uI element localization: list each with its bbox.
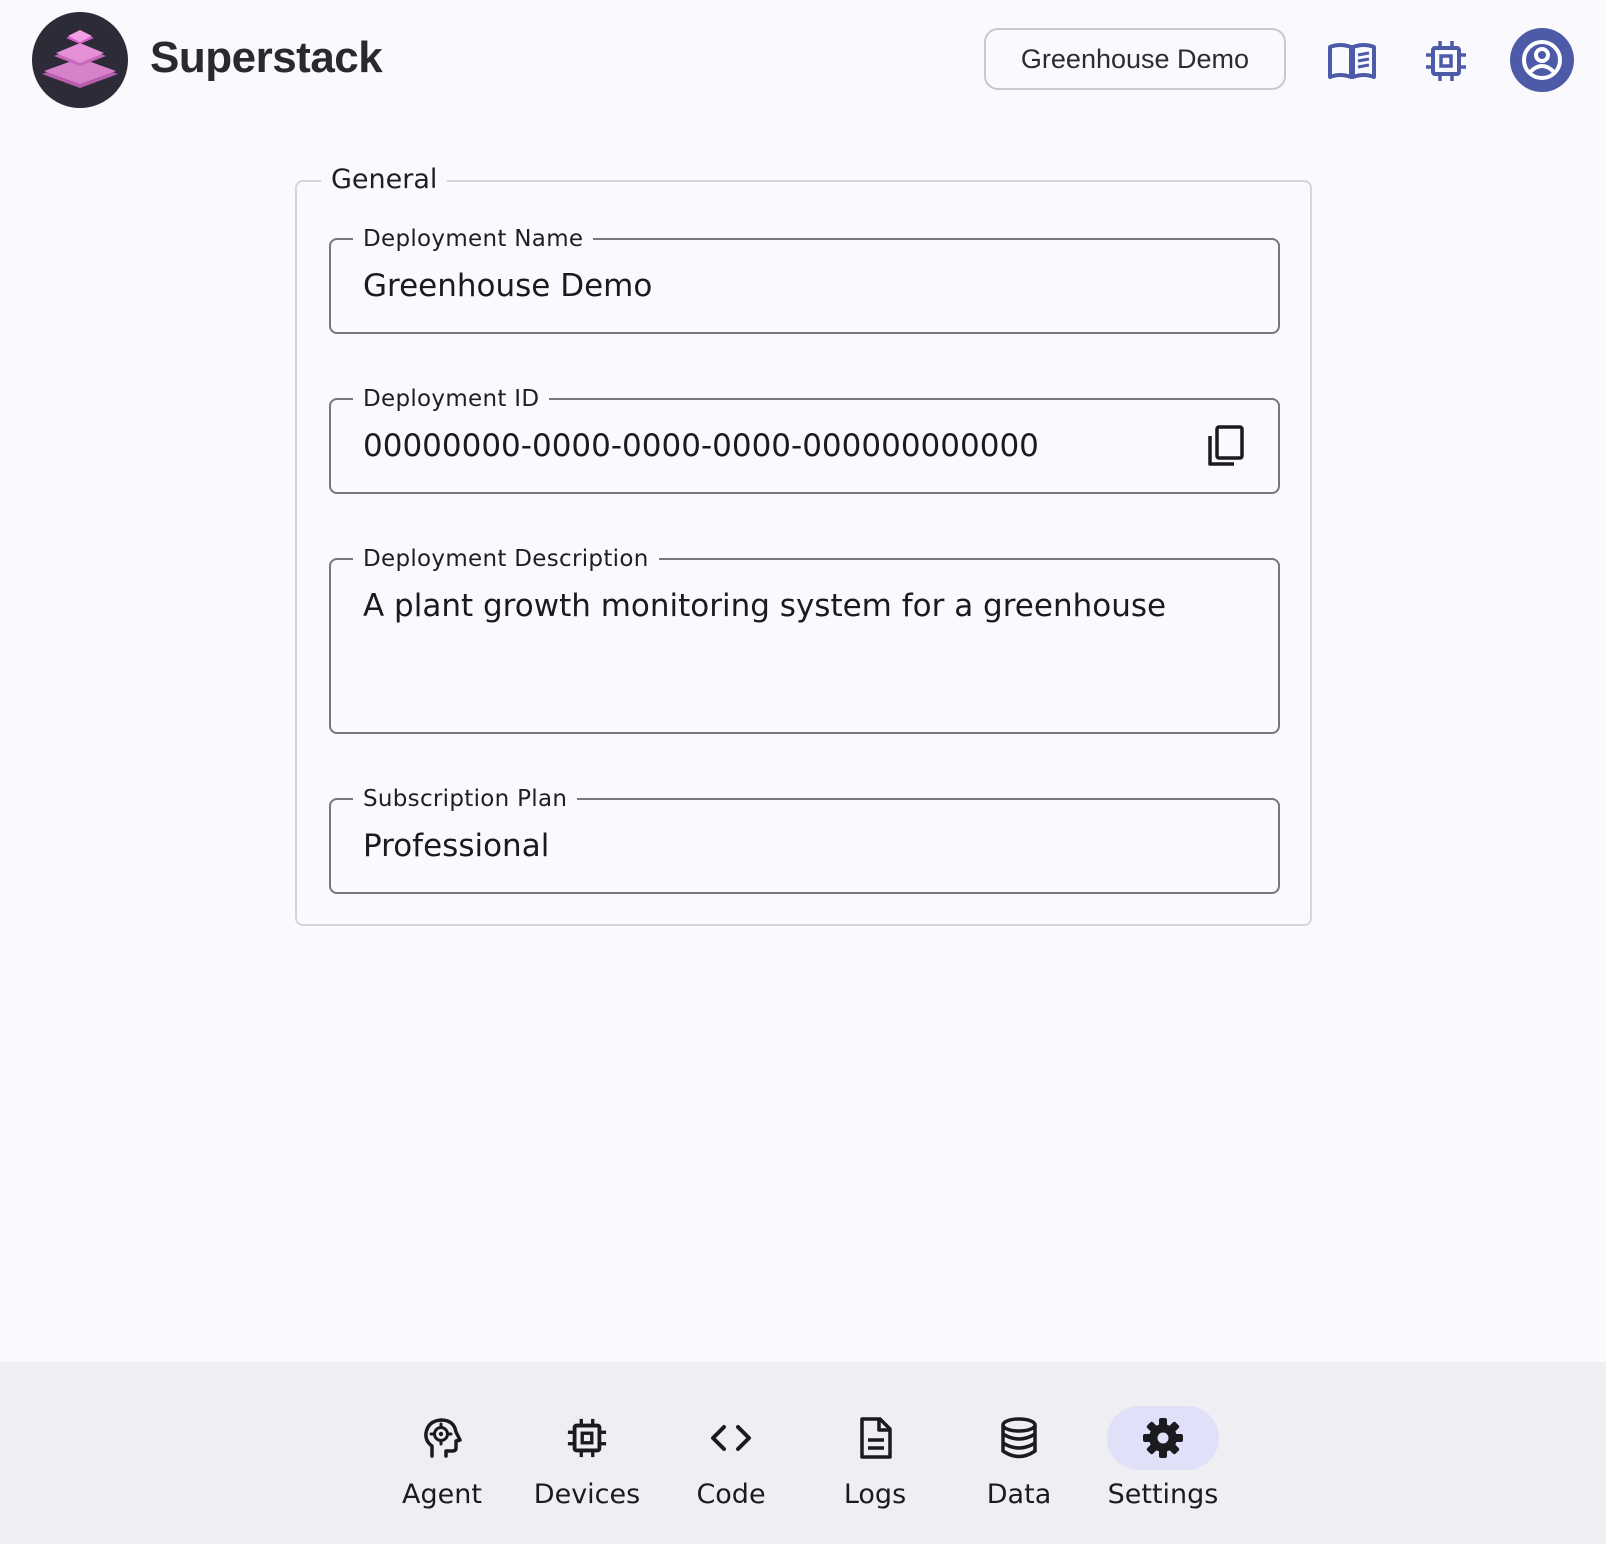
superstack-logo[interactable] bbox=[32, 12, 128, 108]
nav-item-settings[interactable]: Settings bbox=[1098, 1406, 1228, 1518]
subscription-plan-value: Professional bbox=[363, 828, 550, 864]
nav-label: Data bbox=[986, 1479, 1052, 1510]
app-header: Superstack Greenhouse Demo bbox=[0, 0, 1606, 120]
docs-book-icon bbox=[1328, 43, 1376, 79]
deployment-description-field[interactable]: Deployment Description A plant growth mo… bbox=[329, 545, 1280, 734]
nav-pill bbox=[386, 1406, 498, 1470]
nav-label: Agent bbox=[402, 1479, 482, 1510]
general-settings-section: General Deployment Name Greenhouse Demo … bbox=[295, 162, 1312, 926]
field-label: Deployment Description bbox=[353, 545, 659, 573]
nav-label: Devices bbox=[533, 1479, 641, 1510]
code-brackets-icon bbox=[711, 1425, 751, 1451]
account-button[interactable] bbox=[1510, 28, 1574, 92]
nav-item-logs[interactable]: Logs bbox=[810, 1406, 940, 1518]
field-label: Deployment Name bbox=[353, 225, 594, 253]
gear-icon bbox=[1143, 1418, 1183, 1458]
nav-item-data[interactable]: Data bbox=[954, 1406, 1084, 1518]
nav-item-agent[interactable]: Agent bbox=[377, 1406, 507, 1518]
nav-label: Settings bbox=[1107, 1479, 1219, 1510]
nav-pill bbox=[531, 1406, 643, 1470]
account-icon bbox=[1522, 40, 1562, 80]
deployment-id-value: 00000000-0000-0000-0000-000000000000 bbox=[363, 428, 1039, 464]
nav-pill bbox=[675, 1406, 787, 1470]
docs-button[interactable] bbox=[1325, 34, 1379, 88]
bottom-navigation: Agent Devices Code Logs Data Settings bbox=[0, 1362, 1606, 1544]
copy-icon bbox=[1208, 425, 1244, 466]
subscription-plan-field: Subscription Plan Professional bbox=[329, 785, 1280, 894]
brand-name: Superstack bbox=[150, 33, 383, 82]
nav-item-code[interactable]: Code bbox=[666, 1406, 796, 1518]
deployment-id-field: Deployment ID 00000000-0000-0000-0000-00… bbox=[329, 385, 1280, 494]
section-legend: General bbox=[321, 162, 448, 198]
nav-pill-active bbox=[1107, 1406, 1219, 1470]
deployment-selector-button[interactable]: Greenhouse Demo bbox=[984, 28, 1286, 90]
nav-label: Code bbox=[696, 1479, 766, 1510]
chip-icon bbox=[1426, 41, 1466, 81]
devices-shortcut-button[interactable] bbox=[1419, 34, 1473, 88]
database-icon bbox=[1001, 1417, 1037, 1459]
nav-pill bbox=[819, 1406, 931, 1470]
nav-label: Logs bbox=[843, 1479, 907, 1510]
field-label: Deployment ID bbox=[353, 385, 550, 413]
nav-pill bbox=[963, 1406, 1075, 1470]
document-icon bbox=[860, 1417, 892, 1459]
layers-icon bbox=[42, 30, 118, 88]
copy-id-button[interactable] bbox=[1204, 424, 1248, 468]
deployment-name-field[interactable]: Deployment Name Greenhouse Demo bbox=[329, 225, 1280, 334]
deployment-name-input[interactable]: Greenhouse Demo bbox=[363, 266, 652, 306]
deployment-description-input[interactable]: A plant growth monitoring system for a g… bbox=[363, 586, 1166, 626]
nav-item-devices[interactable]: Devices bbox=[522, 1406, 652, 1518]
agent-head-gear-icon bbox=[424, 1418, 462, 1458]
field-label: Subscription Plan bbox=[353, 785, 578, 813]
chip-icon bbox=[567, 1418, 607, 1458]
